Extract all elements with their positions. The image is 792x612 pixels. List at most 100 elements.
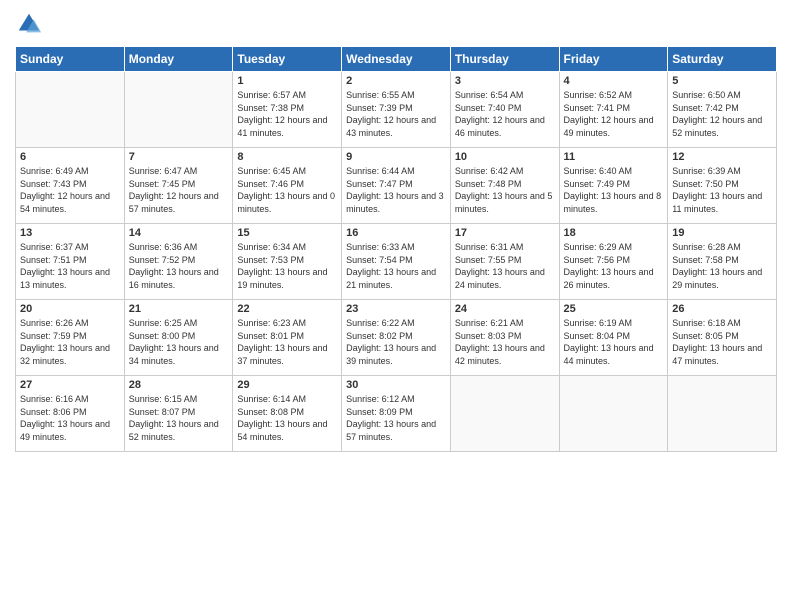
page: SundayMondayTuesdayWednesdayThursdayFrid… [0, 0, 792, 612]
day-info: Sunrise: 6:54 AM Sunset: 7:40 PM Dayligh… [455, 89, 555, 139]
calendar-cell: 23Sunrise: 6:22 AM Sunset: 8:02 PM Dayli… [342, 300, 451, 376]
day-info: Sunrise: 6:15 AM Sunset: 8:07 PM Dayligh… [129, 393, 229, 443]
day-info: Sunrise: 6:40 AM Sunset: 7:49 PM Dayligh… [564, 165, 664, 215]
calendar-week-row: 6 Sunrise: 6:49 AM Sunset: 7:43 PM Daylig… [16, 148, 777, 224]
day-info: Sunrise: 6:34 AM Sunset: 7:53 PM Dayligh… [237, 241, 337, 291]
calendar-cell: 8Sunrise: 6:45 AM Sunset: 7:46 PM Daylig… [233, 148, 342, 224]
calendar-cell [668, 376, 777, 452]
day-info: Sunrise: 6:50 AM Sunset: 7:42 PM Dayligh… [672, 89, 772, 139]
day-number: 3 [455, 75, 555, 87]
calendar-cell: 5 Sunrise: 6:50 AM Sunset: 7:42 PM Daylig… [668, 72, 777, 148]
calendar-cell: 17Sunrise: 6:31 AM Sunset: 7:55 PM Dayli… [450, 224, 559, 300]
calendar-week-row: 27 Sunrise: 6:16 AM Sunset: 8:06 PM Dayli… [16, 376, 777, 452]
day-number: 26 [672, 303, 772, 315]
day-number: 22 [237, 303, 337, 315]
day-number: 6 [20, 151, 120, 163]
calendar-cell: 25Sunrise: 6:19 AM Sunset: 8:04 PM Dayli… [559, 300, 668, 376]
calendar-cell [450, 376, 559, 452]
calendar-cell: 13 Sunrise: 6:37 AM Sunset: 7:51 PM Dayli… [16, 224, 125, 300]
day-number: 29 [237, 379, 337, 391]
weekday-header: Wednesday [342, 47, 451, 72]
calendar-cell: 28 Sunrise: 6:15 AM Sunset: 8:07 PM Dayli… [124, 376, 233, 452]
day-number: 14 [129, 227, 229, 239]
calendar-cell: 18 Sunrise: 6:29 AM Sunset: 7:56 PM Dayli… [559, 224, 668, 300]
calendar-cell [559, 376, 668, 452]
day-info: Sunrise: 6:36 AM Sunset: 7:52 PM Dayligh… [129, 241, 229, 291]
calendar-cell: 3 Sunrise: 6:54 AM Sunset: 7:40 PM Daylig… [450, 72, 559, 148]
day-info: Sunrise: 6:25 AM Sunset: 8:00 PM Dayligh… [129, 317, 229, 367]
calendar-cell: 1 Sunrise: 6:57 AM Sunset: 7:38 PM Daylig… [233, 72, 342, 148]
calendar-cell: 26 Sunrise: 6:18 AM Sunset: 8:05 PM Dayli… [668, 300, 777, 376]
calendar-cell: 30Sunrise: 6:12 AM Sunset: 8:09 PM Dayli… [342, 376, 451, 452]
calendar-body: 1 Sunrise: 6:57 AM Sunset: 7:38 PM Daylig… [16, 72, 777, 452]
weekday-header: Saturday [668, 47, 777, 72]
day-info: Sunrise: 6:19 AM Sunset: 8:04 PM Dayligh… [564, 317, 664, 367]
day-number: 7 [129, 151, 229, 163]
calendar-table: SundayMondayTuesdayWednesdayThursdayFrid… [15, 46, 777, 452]
weekday-header: Tuesday [233, 47, 342, 72]
day-number: 13 [20, 227, 120, 239]
day-info: Sunrise: 6:55 AM Sunset: 7:39 PM Dayligh… [346, 89, 446, 139]
calendar-header: SundayMondayTuesdayWednesdayThursdayFrid… [16, 47, 777, 72]
day-number: 5 [672, 75, 772, 87]
calendar-cell: 4 Sunrise: 6:52 AM Sunset: 7:41 PM Daylig… [559, 72, 668, 148]
day-number: 1 [237, 75, 337, 87]
calendar-cell: 24 Sunrise: 6:21 AM Sunset: 8:03 PM Dayli… [450, 300, 559, 376]
calendar-cell: 20Sunrise: 6:26 AM Sunset: 7:59 PM Dayli… [16, 300, 125, 376]
day-info: Sunrise: 6:44 AM Sunset: 7:47 PM Dayligh… [346, 165, 446, 215]
calendar-cell: 22 Sunrise: 6:23 AM Sunset: 8:01 PM Dayli… [233, 300, 342, 376]
calendar-cell: 16Sunrise: 6:33 AM Sunset: 7:54 PM Dayli… [342, 224, 451, 300]
weekday-row: SundayMondayTuesdayWednesdayThursdayFrid… [16, 47, 777, 72]
day-number: 28 [129, 379, 229, 391]
day-info: Sunrise: 6:42 AM Sunset: 7:48 PM Dayligh… [455, 165, 555, 215]
calendar-cell: 10 Sunrise: 6:42 AM Sunset: 7:48 PM Dayli… [450, 148, 559, 224]
calendar-cell: 21 Sunrise: 6:25 AM Sunset: 8:00 PM Dayli… [124, 300, 233, 376]
day-info: Sunrise: 6:52 AM Sunset: 7:41 PM Dayligh… [564, 89, 664, 139]
day-info: Sunrise: 6:18 AM Sunset: 8:05 PM Dayligh… [672, 317, 772, 367]
day-info: Sunrise: 6:26 AM Sunset: 7:59 PM Dayligh… [20, 317, 120, 367]
day-number: 2 [346, 75, 446, 87]
day-number: 30 [346, 379, 446, 391]
day-number: 23 [346, 303, 446, 315]
day-number: 12 [672, 151, 772, 163]
calendar-week-row: 20Sunrise: 6:26 AM Sunset: 7:59 PM Dayli… [16, 300, 777, 376]
day-info: Sunrise: 6:21 AM Sunset: 8:03 PM Dayligh… [455, 317, 555, 367]
weekday-header: Sunday [16, 47, 125, 72]
calendar-cell: 6 Sunrise: 6:49 AM Sunset: 7:43 PM Daylig… [16, 148, 125, 224]
day-info: Sunrise: 6:39 AM Sunset: 7:50 PM Dayligh… [672, 165, 772, 215]
calendar-cell: 12 Sunrise: 6:39 AM Sunset: 7:50 PM Dayli… [668, 148, 777, 224]
calendar-cell: 29Sunrise: 6:14 AM Sunset: 8:08 PM Dayli… [233, 376, 342, 452]
logo-icon [15, 10, 43, 38]
calendar-cell: 7 Sunrise: 6:47 AM Sunset: 7:45 PM Daylig… [124, 148, 233, 224]
calendar-cell: 14 Sunrise: 6:36 AM Sunset: 7:52 PM Dayli… [124, 224, 233, 300]
calendar-week-row: 13 Sunrise: 6:37 AM Sunset: 7:51 PM Dayli… [16, 224, 777, 300]
calendar-cell [16, 72, 125, 148]
calendar-cell: 2 Sunrise: 6:55 AM Sunset: 7:39 PM Daylig… [342, 72, 451, 148]
day-info: Sunrise: 6:49 AM Sunset: 7:43 PM Dayligh… [20, 165, 120, 215]
day-number: 16 [346, 227, 446, 239]
calendar-cell: 19Sunrise: 6:28 AM Sunset: 7:58 PM Dayli… [668, 224, 777, 300]
day-number: 24 [455, 303, 555, 315]
day-number: 15 [237, 227, 337, 239]
day-info: Sunrise: 6:23 AM Sunset: 8:01 PM Dayligh… [237, 317, 337, 367]
day-number: 18 [564, 227, 664, 239]
day-number: 21 [129, 303, 229, 315]
day-info: Sunrise: 6:37 AM Sunset: 7:51 PM Dayligh… [20, 241, 120, 291]
day-number: 19 [672, 227, 772, 239]
calendar-cell: 15 Sunrise: 6:34 AM Sunset: 7:53 PM Dayli… [233, 224, 342, 300]
day-info: Sunrise: 6:57 AM Sunset: 7:38 PM Dayligh… [237, 89, 337, 139]
day-info: Sunrise: 6:29 AM Sunset: 7:56 PM Dayligh… [564, 241, 664, 291]
day-number: 27 [20, 379, 120, 391]
calendar-cell: 9 Sunrise: 6:44 AM Sunset: 7:47 PM Daylig… [342, 148, 451, 224]
logo [15, 10, 47, 38]
weekday-header: Thursday [450, 47, 559, 72]
day-info: Sunrise: 6:16 AM Sunset: 8:06 PM Dayligh… [20, 393, 120, 443]
day-info: Sunrise: 6:47 AM Sunset: 7:45 PM Dayligh… [129, 165, 229, 215]
day-number: 4 [564, 75, 664, 87]
day-number: 9 [346, 151, 446, 163]
calendar-cell [124, 72, 233, 148]
calendar-week-row: 1 Sunrise: 6:57 AM Sunset: 7:38 PM Daylig… [16, 72, 777, 148]
day-number: 10 [455, 151, 555, 163]
day-number: 8 [237, 151, 337, 163]
calendar-cell: 27 Sunrise: 6:16 AM Sunset: 8:06 PM Dayli… [16, 376, 125, 452]
